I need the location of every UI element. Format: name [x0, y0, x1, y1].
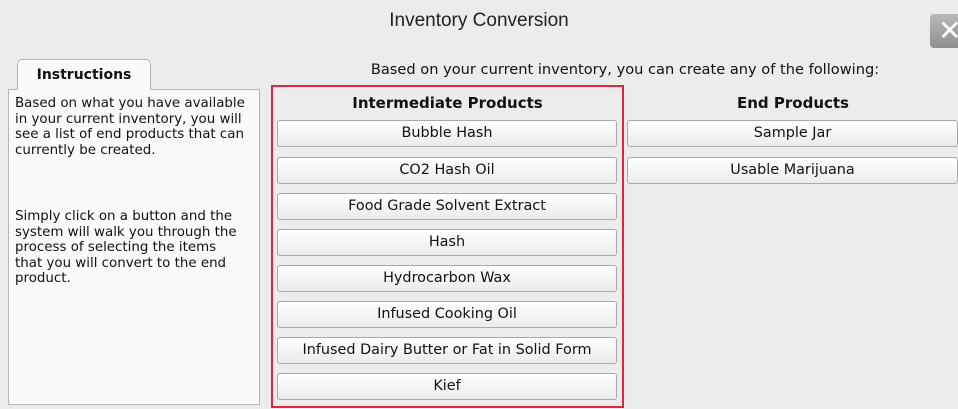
close-icon[interactable]: ✕ [930, 14, 958, 48]
end-product-button-sample-jar[interactable]: Sample Jar [627, 120, 958, 147]
intermediate-product-button-infused-cooking-oil[interactable]: Infused Cooking Oil [277, 301, 617, 328]
intermediate-product-button-hash[interactable]: Hash [277, 229, 617, 256]
end-products-heading: End Products [737, 94, 849, 112]
intermediate-product-button-infused-dairy-butter[interactable]: Infused Dairy Butter or Fat in Solid For… [277, 337, 617, 364]
intermediate-product-button-hydrocarbon-wax[interactable]: Hydrocarbon Wax [277, 265, 617, 292]
instructions-text-2: Simply click on a button and the system … [15, 209, 237, 287]
end-product-button-usable-marijuana[interactable]: Usable Marijuana [627, 157, 958, 184]
intermediate-product-button-kief[interactable]: Kief [277, 373, 617, 400]
window-title: Inventory Conversion [389, 10, 569, 31]
intermediate-product-button-bubble-hash[interactable]: Bubble Hash [277, 120, 617, 147]
intermediate-products-heading: Intermediate Products [352, 94, 543, 112]
intermediate-product-button-co2-hash-oil[interactable]: CO2 Hash Oil [277, 157, 617, 184]
conversion-subtitle: Based on your current inventory, you can… [370, 61, 880, 78]
tab-instructions[interactable]: Instructions [17, 59, 151, 90]
instructions-text-1: Based on what you have available in your… [15, 96, 245, 158]
instructions-panel: Based on what you have available in your… [8, 89, 260, 405]
intermediate-product-button-food-grade-solvent-extract[interactable]: Food Grade Solvent Extract [277, 193, 617, 220]
